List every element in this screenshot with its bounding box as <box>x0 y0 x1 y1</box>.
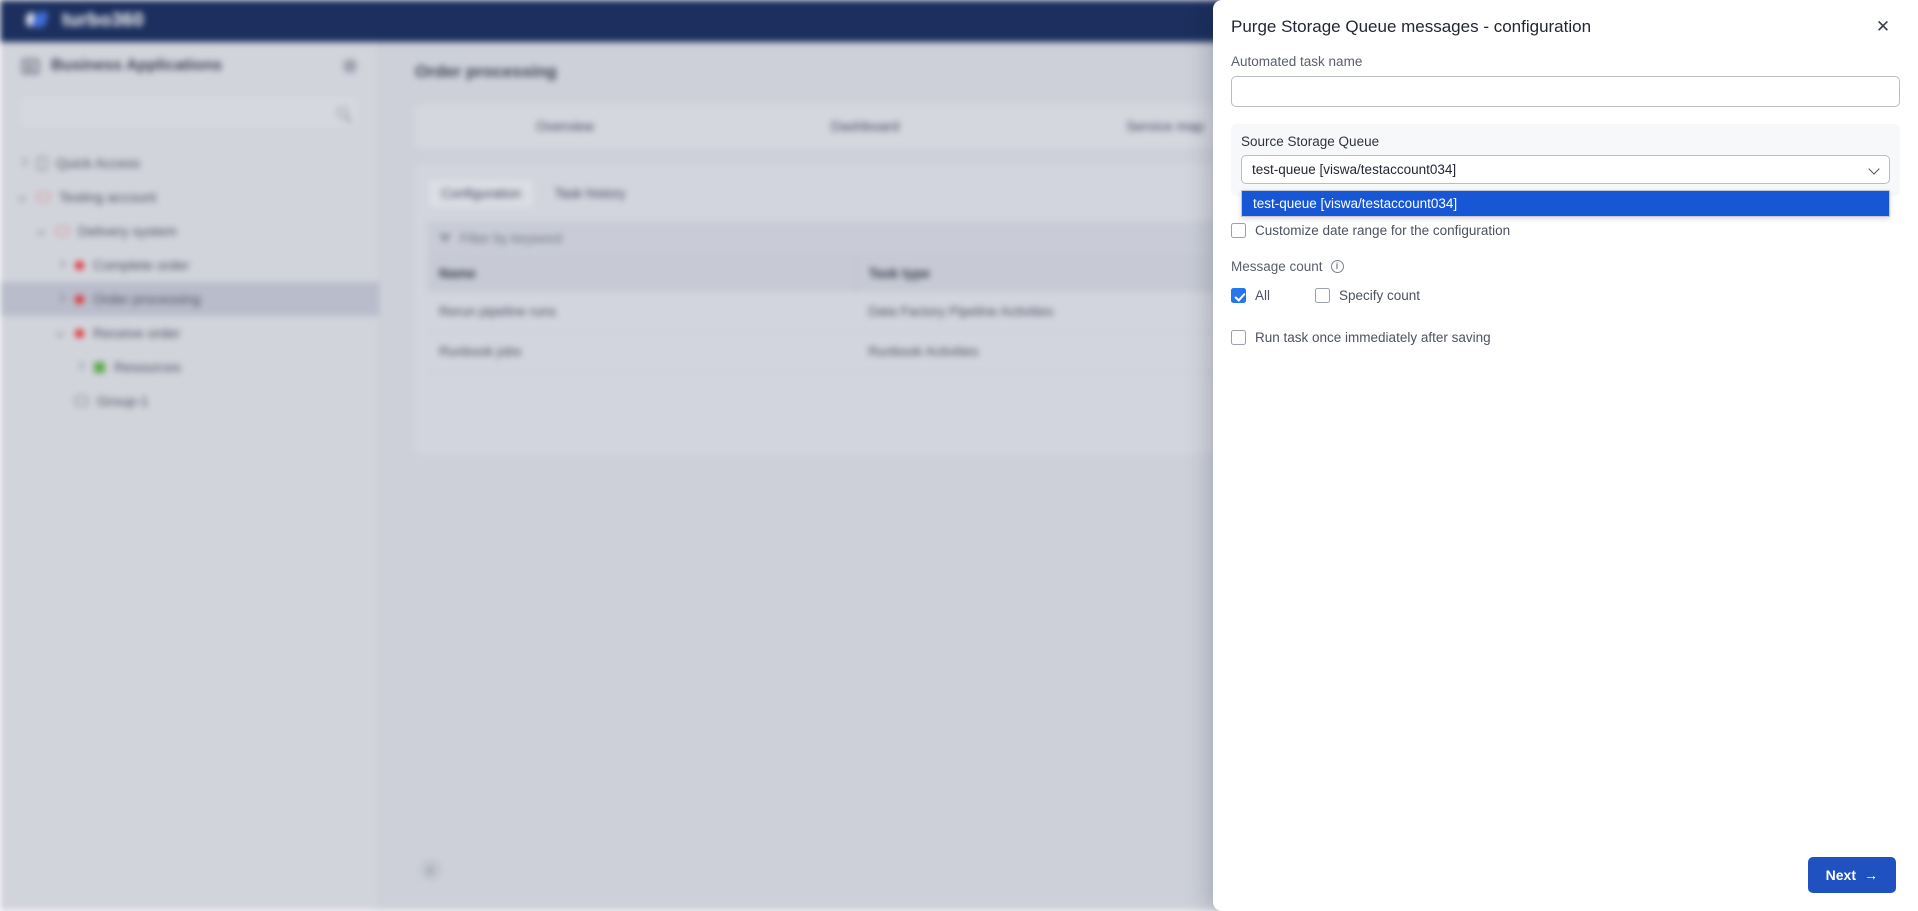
next-button-label: Next <box>1825 867 1856 883</box>
sidebar-item-delivery-system[interactable]: Delivery system <box>0 214 379 248</box>
task-name-label: Automated task name <box>1231 54 1363 69</box>
subtab-configuration[interactable]: Configuration <box>427 178 536 209</box>
sidebar-item-label: Complete order <box>93 257 190 273</box>
tab-overview[interactable]: Overview <box>415 118 715 134</box>
sidebar-search-input[interactable] <box>18 94 361 130</box>
sidebar-item-label: Resources <box>114 359 181 375</box>
sidebar-item-quick-access[interactable]: Quick Access <box>0 146 379 180</box>
chevron-none-icon <box>56 396 66 406</box>
gear-icon[interactable] <box>343 59 357 73</box>
chevron-down-icon[interactable] <box>37 226 47 236</box>
square-green-icon <box>94 361 105 373</box>
dot-red-icon <box>75 294 84 304</box>
message-count-specify-label: Specify count <box>1339 288 1421 303</box>
filter-placeholder: Filter by keyword <box>460 230 563 246</box>
sidebar-item-label: Order processing <box>93 291 201 307</box>
sidebar-item-label: Delivery system <box>78 223 177 239</box>
sidebar-item-label: Receive order <box>93 325 181 341</box>
next-button[interactable]: Next → <box>1807 857 1896 893</box>
modal-header: Purge Storage Queue messages - configura… <box>1213 0 1918 54</box>
source-queue-panel: Source Storage Queue test-queue [viswa/t… <box>1231 124 1900 217</box>
close-icon[interactable]: ✕ <box>1870 14 1896 40</box>
chevron-down-icon[interactable] <box>56 328 66 338</box>
sidebar-title: Business Applications <box>51 57 222 74</box>
run-immediately-checkbox[interactable] <box>1231 330 1246 345</box>
run-immediately-label: Run task once immediately after saving <box>1255 330 1491 345</box>
folder-icon <box>75 396 88 406</box>
message-count-label: Message count <box>1231 259 1323 274</box>
sidebar-header: Business Applications <box>0 42 379 90</box>
modal-title: Purge Storage Queue messages - configura… <box>1231 17 1592 36</box>
message-count-options: All Specify count <box>1231 288 1900 303</box>
bookmark-icon <box>37 156 47 170</box>
chevron-right-icon[interactable] <box>56 260 66 270</box>
sidebar-item-label: Group-1 <box>97 393 149 409</box>
source-queue-selected-value: test-queue [viswa/testaccount034] <box>1252 162 1457 177</box>
source-queue-label: Source Storage Queue <box>1241 134 1380 149</box>
table-cell: Rerun pipeline runs <box>427 292 857 332</box>
subtab-task-history[interactable]: Task history <box>541 179 638 208</box>
dot-red-icon <box>75 328 84 338</box>
table-column-header: Name <box>427 255 857 292</box>
chevron-down-icon[interactable] <box>18 192 28 202</box>
chevron-right-icon[interactable] <box>56 294 66 304</box>
purge-storage-queue-modal: Purge Storage Queue messages - configura… <box>1213 0 1918 911</box>
brand-name: turbo360 <box>62 10 144 31</box>
chevron-down-icon <box>1868 163 1880 175</box>
task-name-input[interactable] <box>1231 76 1900 107</box>
folder-red-icon <box>56 226 69 236</box>
source-queue-dropdown-menu: test-queue [viswa/testaccount034] <box>1241 190 1890 217</box>
business-applications-icon <box>22 58 39 74</box>
funnel-icon <box>439 233 451 243</box>
info-icon[interactable]: i <box>1330 260 1344 273</box>
message-count-all-label: All <box>1255 288 1271 303</box>
bird-logo-icon <box>26 10 48 32</box>
customize-date-range-row[interactable]: Customize date range for the configurati… <box>1231 223 1900 238</box>
sidebar-item-testing-account[interactable]: Testing account <box>0 180 379 214</box>
sidebar-item-label: Quick Access <box>56 155 141 171</box>
modal-footer: Next → <box>1213 839 1918 911</box>
tab-dashboard[interactable]: Dashboard <box>715 118 1015 134</box>
sidebar-item-receive-order[interactable]: Receive order <box>0 316 379 350</box>
table-cell: Runbook jobs <box>427 331 857 372</box>
chevron-right-icon[interactable] <box>18 158 28 168</box>
sidebar-item-resources[interactable]: Resources <box>0 350 379 384</box>
source-queue-select[interactable]: test-queue [viswa/testaccount034] <box>1241 155 1890 184</box>
customize-date-range-checkbox[interactable] <box>1231 223 1246 238</box>
arrow-right-icon: → <box>1864 867 1878 883</box>
sidebar: Business Applications Quick Access Testin… <box>0 42 380 911</box>
message-count-all-checkbox[interactable] <box>1231 288 1246 303</box>
source-queue-option[interactable]: test-queue [viswa/testaccount034] <box>1242 191 1889 216</box>
sidebar-item-label: Testing account <box>59 189 157 205</box>
chevron-right-icon[interactable] <box>75 362 85 372</box>
customize-date-range-label: Customize date range for the configurati… <box>1255 223 1511 238</box>
sidebar-item-group-1[interactable]: Group-1 <box>0 384 379 418</box>
message-count-specify-checkbox[interactable] <box>1315 288 1331 303</box>
application-tree: Quick Access Testing account Delivery syst… <box>0 146 379 418</box>
sidebar-item-complete-order[interactable]: Complete order <box>0 248 379 282</box>
run-immediately-row[interactable]: Run task once immediately after saving <box>1231 330 1900 345</box>
chevron-left-icon[interactable] <box>420 859 442 881</box>
folder-red-icon <box>37 192 50 202</box>
message-count-label-row: Message count i <box>1231 259 1900 274</box>
sidebar-item-order-processing[interactable]: Order processing <box>0 282 379 316</box>
search-icon <box>337 106 348 118</box>
dot-red-icon <box>75 260 84 270</box>
modal-body: Automated task name Source Storage Queue… <box>1213 54 1918 839</box>
